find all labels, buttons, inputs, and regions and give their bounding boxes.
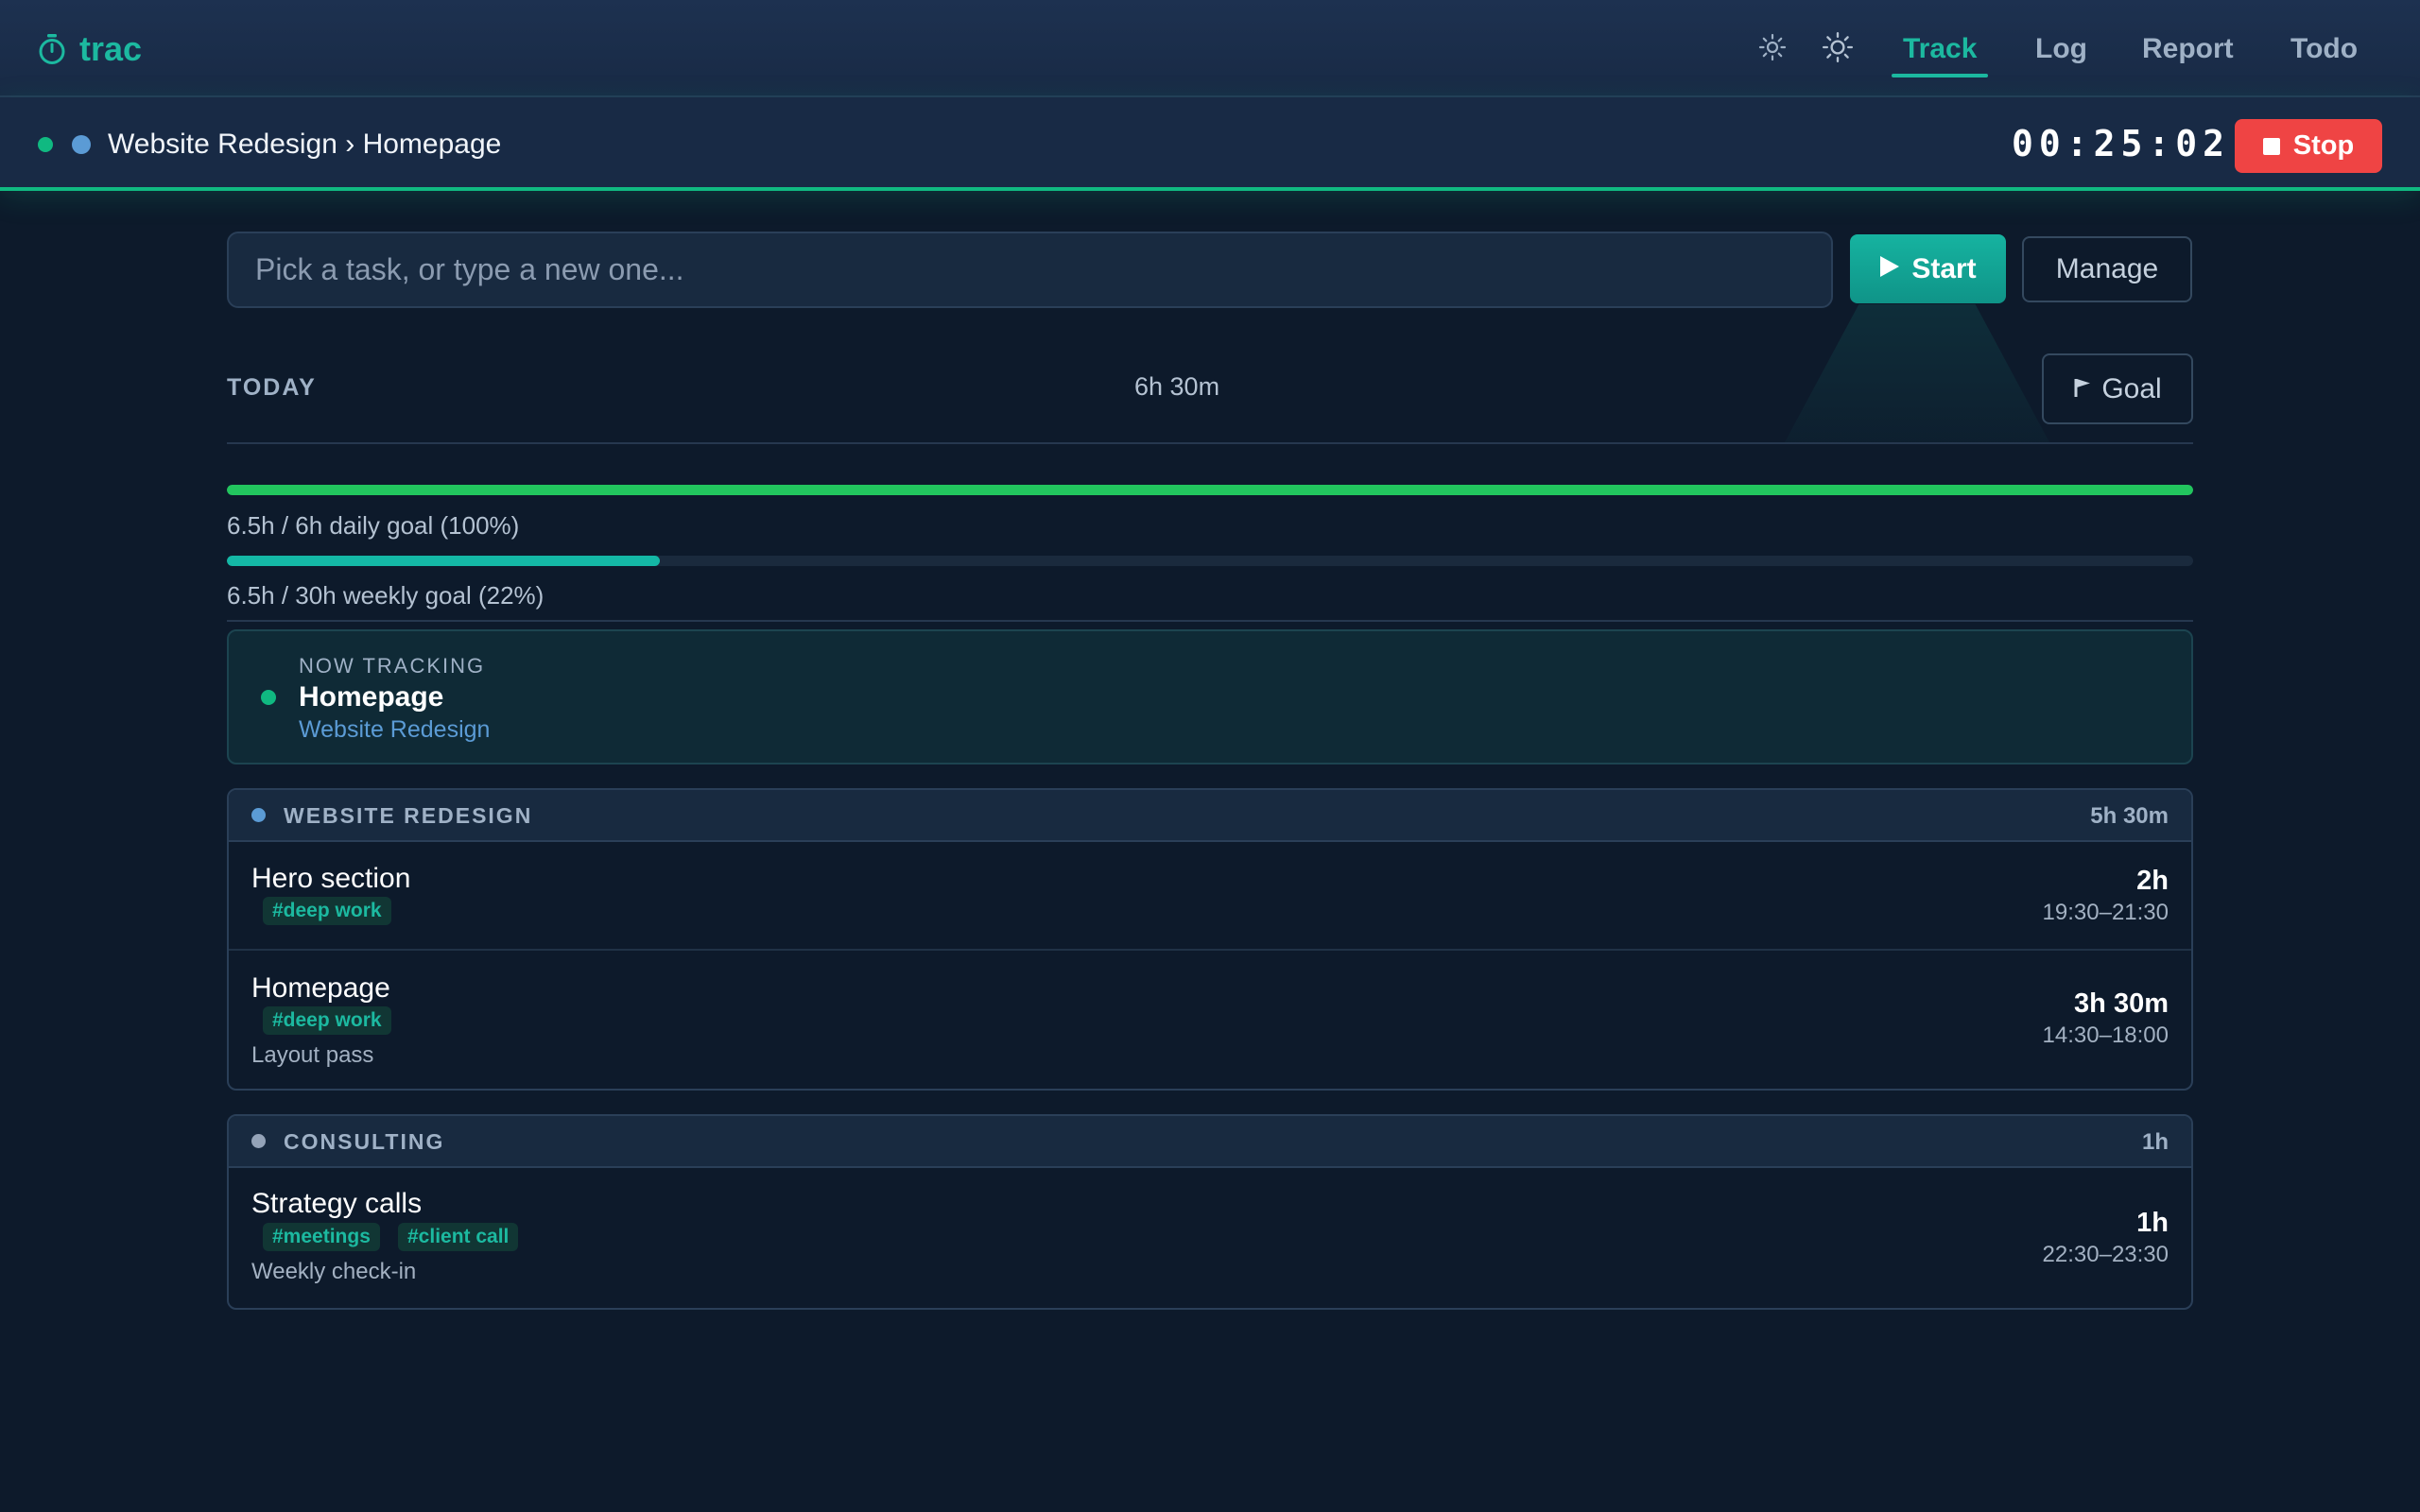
- project-group-name: CONSULTING: [284, 1129, 445, 1154]
- recording-status-dot: [38, 137, 53, 152]
- daily-goal-progress-fill: [227, 485, 2193, 495]
- sun-icon: [1822, 31, 1854, 68]
- entry-title: Hero section: [251, 863, 411, 894]
- time-entry[interactable]: Homepage #deep work Layout pass 3h 30m 1…: [229, 949, 2191, 1089]
- project-color-dot: [72, 135, 91, 154]
- entry-tag[interactable]: #deep work: [263, 1006, 391, 1035]
- nav-log[interactable]: Log: [2035, 28, 2087, 76]
- entry-time-range: 14:30–18:00: [2042, 1022, 2169, 1048]
- now-tracking-card[interactable]: NOW TRACKING Homepage Website Redesign: [227, 629, 2193, 765]
- entry-duration: 3h 30m: [2074, 988, 2169, 1019]
- divider: [227, 620, 2193, 622]
- stop-button-label: Stop: [2292, 130, 2355, 161]
- entry-tag[interactable]: #client call: [398, 1223, 519, 1251]
- stop-icon: [2262, 137, 2280, 155]
- entry-duration: 2h: [2136, 866, 2169, 896]
- entry-tag[interactable]: #deep work: [263, 897, 391, 925]
- goal-button[interactable]: Goal: [2042, 353, 2193, 424]
- nav-report[interactable]: Report: [2142, 28, 2234, 76]
- weekly-goal-text: 6.5h / 30h weekly goal (22%): [227, 581, 544, 610]
- manage-button[interactable]: Manage: [2022, 236, 2192, 302]
- top-navbar: trac Track Log Report Todo: [0, 0, 2420, 97]
- elapsed-timer: 00:25:02: [2012, 123, 2231, 164]
- goal-button-label: Goal: [2101, 372, 2162, 404]
- start-button-label: Start: [1911, 252, 1977, 284]
- entry-time-range: 22:30–23:30: [2042, 1242, 2169, 1267]
- now-tracking-task: Homepage: [299, 681, 444, 713]
- daily-goal-text: 6.5h / 6h daily goal (100%): [227, 511, 520, 540]
- project-group-header[interactable]: CONSULTING 1h: [229, 1116, 2191, 1168]
- entry-note: Layout pass: [251, 1042, 374, 1068]
- entry-title: Strategy calls: [251, 1188, 423, 1219]
- today-label: TODAY: [227, 374, 317, 401]
- today-total: 6h 30m: [1134, 372, 1220, 401]
- stop-button[interactable]: Stop: [2235, 119, 2382, 173]
- entry-duration: 1h: [2136, 1208, 2169, 1238]
- entry-time-range: 19:30–21:30: [2042, 900, 2169, 925]
- play-icon: [1879, 253, 1900, 285]
- task-search-input[interactable]: [227, 232, 1833, 308]
- entry-tag[interactable]: #meetings: [263, 1223, 380, 1251]
- project-group-consulting: CONSULTING 1h Strategy calls #meetings #…: [227, 1114, 2193, 1310]
- active-task-breadcrumb: Website Redesign › Homepage: [108, 129, 502, 160]
- now-tracking-label: NOW TRACKING: [299, 654, 486, 678]
- now-tracking-project: Website Redesign: [299, 716, 491, 743]
- nav-todo[interactable]: Todo: [2290, 28, 2358, 76]
- app-name: trac: [79, 29, 143, 68]
- flag-icon: [2073, 373, 2092, 405]
- sun-icon: [1757, 32, 1788, 67]
- time-entry[interactable]: Strategy calls #meetings #client call We…: [229, 1168, 2191, 1308]
- entry-title: Homepage: [251, 972, 390, 1004]
- brand-logo[interactable]: trac: [38, 28, 142, 70]
- project-color-dot: [251, 808, 266, 822]
- stopwatch-icon: [38, 33, 66, 65]
- active-timer-bar: Website Redesign › Homepage 00:25:02 Sto…: [0, 97, 2420, 191]
- start-button[interactable]: Start: [1850, 234, 2006, 303]
- weekly-goal-progress-fill: [227, 556, 660, 566]
- start-button-glow: [1785, 304, 2049, 442]
- project-group-website-redesign: WEBSITE REDESIGN 5h 30m Hero section #de…: [227, 788, 2193, 1091]
- entry-note: Weekly check-in: [251, 1259, 417, 1284]
- project-group-total: 1h: [2141, 1129, 2169, 1155]
- now-tracking-status-dot: [261, 690, 276, 705]
- project-group-name: WEBSITE REDESIGN: [284, 803, 533, 828]
- project-group-header[interactable]: WEBSITE REDESIGN 5h 30m: [229, 790, 2191, 842]
- nav-track[interactable]: Track: [1891, 28, 1989, 77]
- divider: [227, 442, 2193, 444]
- daily-goal-progress: [227, 485, 2193, 495]
- theme-toggle-auto[interactable]: [1819, 30, 1857, 68]
- time-entry[interactable]: Hero section #deep work 2h 19:30–21:30: [229, 842, 2191, 949]
- project-group-total: 5h 30m: [2090, 803, 2169, 829]
- theme-toggle-light[interactable]: [1754, 30, 1791, 68]
- project-color-dot: [251, 1134, 266, 1148]
- weekly-goal-progress: [227, 556, 2193, 566]
